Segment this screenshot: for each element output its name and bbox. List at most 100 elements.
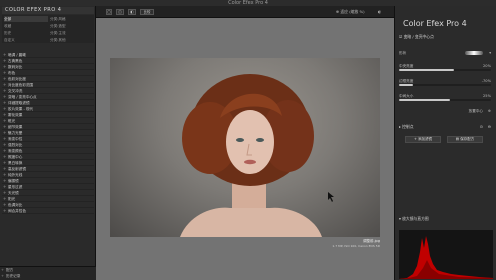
param-label: 中央亮度 [399, 64, 414, 68]
histogram-red-channel [399, 236, 493, 279]
history-item[interactable]: + 历史记录 [0, 273, 96, 279]
slider-track[interactable] [399, 84, 491, 86]
histogram-label: 放大镜与直方图 [402, 216, 429, 221]
filter-label: 高反射滤镜 [8, 167, 26, 171]
filter-label: 布色 [8, 71, 16, 75]
sidebar-brand: COLOR EFEX PRO 4 [2, 7, 94, 14]
compare-button[interactable]: 比较 [140, 9, 154, 15]
filter-label: 渐变颜色 [8, 149, 23, 153]
loupe-histogram-header[interactable]: ▾ 放大镜与直方图 [399, 216, 493, 222]
expand-icon: + [3, 208, 7, 213]
param-slider[interactable]: 中央亮度 20% [399, 64, 493, 73]
filter-list: + 暗调 / 晨曦 + 古典黑色 + 数码对比 + 布色 + 色彩对比度 + 对比度色彩范围 + 交叉冲洗… [2, 52, 94, 214]
slider-fill [399, 84, 413, 86]
filter-label: 阀合并性色 [8, 209, 26, 213]
filter-label: 古典黑色 [8, 59, 23, 63]
active-filter-name: 变暗 / 变亮中心点 [403, 34, 434, 39]
filter-label: 对比度色彩范围 [8, 83, 34, 87]
add-filter-button[interactable]: + 添加滤镜 [405, 136, 441, 143]
filter-label: 交叉冲洗 [8, 89, 23, 93]
caption-info: 1.7 MP, ISO 100, Canon EOS 5D [332, 244, 380, 248]
product-brand: Color Efex Pro 4 [403, 19, 467, 28]
shape-selector[interactable]: 形状 ▾ [399, 51, 493, 60]
control-points-label: 控制点 [402, 124, 414, 129]
background-icon[interactable]: ◐ [378, 9, 381, 15]
recipes-label: 配方 [6, 268, 14, 272]
filter-label: 详细提取滤镜 [8, 101, 30, 105]
filter-label: 天光镜 [8, 191, 19, 195]
placement-label: 放置中心 [468, 109, 483, 113]
add-control-point-icon[interactable]: ⊙ [480, 124, 483, 130]
save-preset-button[interactable]: ▤ 保存配方 [447, 136, 483, 143]
filter-label: 照度中心 [8, 155, 23, 159]
brand-text: Color Efex Pro [403, 19, 460, 28]
histogram [399, 230, 493, 279]
param-label: 边框亮度 [399, 79, 414, 83]
slider-fill [399, 69, 455, 71]
add-filter-label: 添加滤镜 [418, 137, 433, 141]
brand-version: 4 [461, 19, 467, 28]
slider-track[interactable] [399, 69, 491, 71]
filter-label: 细节效果 [8, 125, 23, 129]
filter-label: 数码对比 [8, 65, 23, 69]
tab-style[interactable]: 分类:风格 [50, 16, 94, 22]
tab-all[interactable]: 全部 [4, 16, 48, 22]
crosshair-icon[interactable]: ⊕ [488, 109, 491, 113]
filter-label: 雾化效果 [8, 113, 23, 117]
history-label: 历史记录 [6, 274, 21, 278]
sidebar-bottom: + 配方 + 历史记录 [0, 266, 96, 280]
image-caption: 调整前.jpg 1.7 MP, ISO 100, Canon EOS 5D [110, 239, 380, 249]
filter-label: 阳光 [8, 197, 16, 201]
param-slider[interactable]: 中间大小 25% [399, 94, 493, 103]
side-by-side-icon: ◧ [130, 10, 134, 14]
zoom-select[interactable]: ⊕ 适应 (缩放 %) [336, 9, 365, 15]
shape-preview-icon [465, 51, 483, 55]
filter-label: 魅力光晕 [8, 131, 23, 135]
placement-row: 放置中心 ⊕ [399, 109, 493, 115]
filter-label: 渐变中性 [8, 137, 23, 141]
side-by-side-button[interactable]: ◧ [128, 9, 136, 15]
tab-other[interactable]: 分类:其他 [50, 37, 94, 43]
preview-canvas[interactable]: 调整前.jpg 1.7 MP, ISO 100, Canon EOS 5D [96, 18, 394, 280]
tab-mainstream[interactable]: 分类:主流 [50, 30, 94, 36]
split-view-icon: ◫ [118, 10, 122, 14]
param-value: 25% [483, 94, 491, 98]
shape-label: 形状 [399, 51, 407, 55]
save-preset-label: 保存配方 [460, 137, 475, 141]
tab-history[interactable]: 历史 [4, 30, 48, 36]
single-view-icon: ▢ [107, 10, 111, 14]
filter-label: 色调对比 [8, 203, 23, 207]
filter-label: 眩光 [8, 119, 16, 123]
filter-label: 星形过滤 [8, 185, 23, 189]
filter-label: 黑白转换 [8, 161, 23, 165]
zoom-label: 适应 (缩放 %) [340, 9, 365, 14]
preview-image [110, 58, 380, 237]
param-slider[interactable]: 边框亮度 -70% [399, 79, 493, 88]
slider-fill [399, 99, 450, 101]
filter-list-item[interactable]: + 阀合并性色 [2, 208, 94, 214]
filter-sidebar: COLOR EFEX PRO 4 全部 分类:风格 收藏 分类:造型 历史 分类… [0, 6, 96, 280]
portrait-illustration [180, 74, 334, 237]
filter-label: 偏振镜 [8, 179, 19, 183]
tab-custom[interactable]: 自定义 [4, 37, 48, 43]
active-filter-header[interactable]: ☑ 变暗 / 变亮中心点 [399, 34, 493, 40]
tab-styling[interactable]: 分类:造型 [50, 23, 94, 29]
filter-label: 胶片效果 - 现代 [8, 107, 34, 111]
preview-toolbar: ▢ ◫ ◧ 比较 ⊕ 适应 (缩放 %) ◐ [96, 6, 394, 18]
filter-label: 变暗 / 变亮中心点 [8, 95, 37, 99]
expand-icon: + [1, 274, 5, 278]
histogram-graph [399, 236, 493, 279]
split-view-button[interactable]: ◫ [116, 9, 124, 15]
filter-label: 强烈对比 [8, 143, 23, 147]
slider-track[interactable] [399, 99, 491, 101]
filter-controls-panel: Color Efex Pro 4 ☑ 变暗 / 变亮中心点 形状 ▾ 中央亮度 2… [394, 6, 496, 280]
chevron-down-icon: ▾ [489, 51, 491, 55]
filter-category-tabs: 全部 分类:风格 收藏 分类:造型 历史 分类:主流 自定义 分类:其他 [2, 15, 94, 43]
control-points-row[interactable]: ▸ 控制点 ⊙ ⊖ [399, 124, 493, 130]
single-view-button[interactable]: ▢ [106, 9, 112, 15]
param-label: 中间大小 [399, 94, 414, 98]
tab-favorites[interactable]: 收藏 [4, 23, 48, 29]
filter-label: 纯外光线 [8, 173, 23, 177]
remove-control-point-icon[interactable]: ⊖ [488, 124, 491, 130]
param-value: -70% [481, 79, 491, 83]
